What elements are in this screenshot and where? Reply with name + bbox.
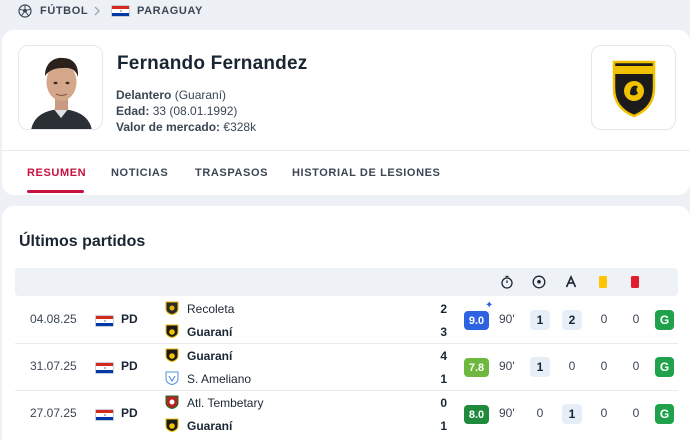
- away-score: 3: [440, 325, 447, 339]
- paraguay-flag-icon: [95, 315, 114, 327]
- guarani-crest-icon: [165, 348, 179, 362]
- tab-resumen[interactable]: RESUMEN: [27, 167, 86, 179]
- active-tab-indicator: [27, 190, 84, 193]
- away-team: S. Ameliano: [187, 372, 252, 386]
- home-score: 2: [440, 302, 447, 316]
- away-team: Guaraní: [187, 325, 233, 339]
- assists: 2: [562, 310, 582, 330]
- home-team: Atl. Tembetary: [187, 396, 264, 410]
- tab-noticias[interactable]: NOTICIAS: [111, 167, 168, 179]
- tab-traspasos[interactable]: TRASPASOS: [195, 167, 268, 179]
- last-matches-card: Últimos partidos 04.08.25 PD Recoleta Gu…: [2, 206, 690, 440]
- assist-icon: [563, 274, 579, 290]
- player-name: Fernando Fernandez: [117, 53, 308, 74]
- yellow-cards: 0: [600, 406, 608, 420]
- home-team: Guaraní: [187, 349, 233, 363]
- result-badge: G: [655, 404, 674, 424]
- away-team: Guaraní: [187, 419, 233, 433]
- minutes-played: 90': [499, 312, 515, 326]
- age-value: 33 (08.01.1992): [152, 104, 238, 118]
- red-cards: 0: [632, 406, 640, 420]
- minutes-played: 90': [499, 359, 515, 373]
- position-team: (Guaraní): [174, 88, 227, 102]
- red-card-icon: [627, 274, 643, 290]
- result-badge: G: [655, 357, 674, 377]
- breadcrumb-country-link[interactable]: PARAGUAY: [137, 4, 203, 18]
- stopwatch-icon: [499, 274, 515, 290]
- team-crest-guarani-large[interactable]: [591, 45, 676, 130]
- soccer-ball-icon: [18, 4, 32, 18]
- breadcrumb-sport-link[interactable]: FÚTBOL: [40, 4, 88, 18]
- home-score: 0: [440, 396, 447, 410]
- goals: 1: [530, 357, 550, 377]
- position-label: Delantero: [116, 88, 172, 102]
- player-position: Delantero (Guaraní): [116, 88, 226, 102]
- goals: 0: [536, 406, 544, 420]
- guarani-crest-icon: [612, 60, 655, 117]
- match-row[interactable]: 31.07.25 PD Guaraní S. Ameliano 4 1 7.8 …: [15, 344, 678, 391]
- away-score: 1: [440, 419, 447, 433]
- paraguay-flag-icon: [111, 4, 130, 18]
- result-badge: G: [655, 310, 674, 330]
- competition-code: PD: [121, 406, 138, 420]
- home-score: 4: [440, 349, 447, 363]
- away-score: 1: [440, 372, 447, 386]
- sportivo-ameliano-crest-icon: [165, 371, 179, 385]
- player-market-value: Valor de mercado: €328k: [116, 120, 256, 134]
- guarani-crest-icon: [165, 324, 179, 338]
- breadcrumb: FÚTBOL PARAGUAY: [0, 0, 690, 28]
- yellow-cards: 0: [600, 312, 608, 326]
- match-date: 27.07.25: [30, 406, 77, 420]
- goals: 1: [530, 310, 550, 330]
- player-rating: 8.0: [464, 405, 489, 424]
- match-row[interactable]: 04.08.25 PD Recoleta Guaraní 2 3 9.0 ✦ 9…: [15, 297, 678, 344]
- section-title: Últimos partidos: [19, 233, 146, 250]
- minutes-played: 90': [499, 406, 515, 420]
- competition-code: PD: [121, 312, 138, 326]
- player-age: Edad: 33 (08.01.1992): [116, 104, 237, 118]
- player-rating: 7.8: [464, 358, 489, 377]
- competition-code: PD: [121, 359, 138, 373]
- match-date: 31.07.25: [30, 359, 77, 373]
- assists: 0: [568, 359, 576, 373]
- home-team: Recoleta: [187, 302, 235, 316]
- yellow-card-icon: [595, 274, 611, 290]
- paraguay-flag-icon: [95, 362, 114, 374]
- player-photo: [18, 45, 103, 130]
- paraguay-flag-icon: [95, 409, 114, 421]
- top-rated-star-icon: ✦: [485, 300, 494, 311]
- ball-icon: [531, 274, 547, 290]
- yellow-cards: 0: [600, 359, 608, 373]
- red-cards: 0: [632, 312, 640, 326]
- match-date: 04.08.25: [30, 312, 77, 326]
- chevron-right-icon: [93, 4, 101, 18]
- age-label: Edad:: [116, 104, 150, 118]
- header-divider: [2, 150, 690, 151]
- match-row[interactable]: 27.07.25 PD Atl. Tembetary Guaraní 0 1 8…: [15, 391, 678, 438]
- market-value-label: Valor de mercado:: [116, 120, 221, 134]
- market-value-amount: €328k: [223, 120, 257, 134]
- red-cards: 0: [632, 359, 640, 373]
- player-rating: 9.0: [464, 311, 489, 330]
- atletico-tembetary-crest-icon: [165, 395, 179, 409]
- guarani-crest-icon: [165, 418, 179, 432]
- matches-column-header: [15, 268, 678, 296]
- tab-historial-lesiones[interactable]: HISTORIAL DE LESIONES: [292, 167, 441, 179]
- recoleta-crest-icon: [165, 301, 179, 315]
- assists: 1: [562, 404, 582, 424]
- player-header-card: Fernando Fernandez Delantero (Guaraní) E…: [2, 30, 690, 195]
